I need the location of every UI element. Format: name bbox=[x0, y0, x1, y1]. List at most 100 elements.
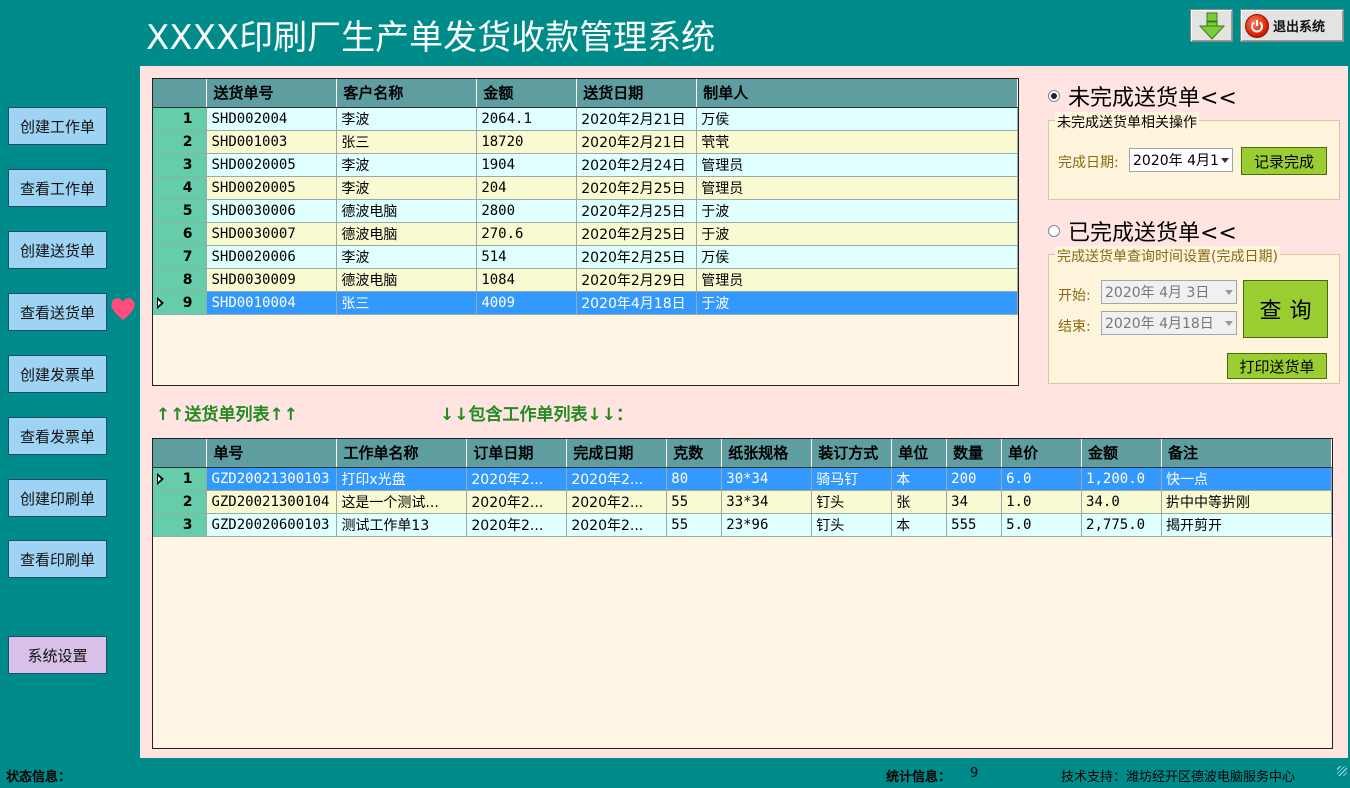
record-complete-button[interactable]: 记录完成 bbox=[1241, 147, 1327, 175]
cell-work-amount[interactable]: 2,775.0 bbox=[1081, 513, 1163, 537]
cell-unit[interactable]: 张 bbox=[891, 490, 948, 514]
col-customer[interactable]: 客户名称 bbox=[336, 79, 478, 108]
print-delivery-button[interactable]: 打印送货单 bbox=[1227, 353, 1327, 379]
cell-delivery-id[interactable]: SHD0020006 bbox=[206, 245, 338, 269]
cell-paper-size[interactable]: 23*96 bbox=[721, 513, 813, 537]
sidebar-item-view-work-order[interactable]: 查看工作单 bbox=[8, 169, 107, 207]
cell-weight[interactable]: 55 bbox=[666, 513, 723, 537]
cell-weight[interactable]: 55 bbox=[666, 490, 723, 514]
sidebar-item-create-invoice[interactable]: 创建发票单 bbox=[8, 355, 107, 393]
settings-button[interactable]: 系统设置 bbox=[8, 636, 107, 674]
cell-customer[interactable]: 张三 bbox=[336, 130, 478, 154]
pending-radio[interactable] bbox=[1048, 90, 1060, 102]
cell-binding[interactable]: 钉头 bbox=[811, 513, 893, 537]
cell-delivery-date[interactable]: 2020年4月18日 bbox=[576, 291, 698, 315]
finish-date-picker[interactable]: 2020年 4月1 bbox=[1129, 148, 1233, 172]
sidebar-item-view-invoice[interactable]: 查看发票单 bbox=[8, 417, 107, 455]
completed-radio[interactable] bbox=[1048, 225, 1060, 237]
cell-unit[interactable]: 本 bbox=[891, 513, 948, 537]
cell-binding[interactable]: 钉头 bbox=[811, 490, 893, 514]
cell-amount[interactable]: 270.6 bbox=[476, 222, 578, 246]
start-date-picker[interactable]: 2020年 4月 3日 bbox=[1101, 280, 1237, 304]
cell-delivery-id[interactable]: SHD0010004 bbox=[206, 291, 338, 315]
cell-work-amount[interactable]: 1,200.0 bbox=[1081, 467, 1163, 491]
cell-customer[interactable]: 德波电脑 bbox=[336, 199, 478, 223]
cell-delivery-date[interactable]: 2020年2月25日 bbox=[576, 176, 698, 200]
sidebar-item-create-delivery[interactable]: 创建送货单 bbox=[8, 231, 107, 269]
cell-maker[interactable]: 管理员 bbox=[696, 153, 1018, 177]
cell-unit[interactable]: 本 bbox=[891, 467, 948, 491]
cell-maker[interactable]: 管理员 bbox=[696, 176, 1018, 200]
cell-finish-date[interactable]: 2020年2... bbox=[566, 513, 668, 537]
cell-work-name[interactable]: 测试工作单13 bbox=[336, 513, 468, 537]
col-quantity[interactable]: 数量 bbox=[946, 439, 1003, 468]
cell-note[interactable]: 快一点 bbox=[1161, 467, 1332, 491]
row-number[interactable]: 1 bbox=[153, 107, 208, 131]
table-row[interactable]: 3 SHD0020005 李波 1904 2020年2月24日 管理员 bbox=[153, 153, 1018, 177]
end-date-picker[interactable]: 2020年 4月18日 bbox=[1101, 311, 1237, 335]
cell-binding[interactable]: 骑马钉 bbox=[811, 467, 893, 491]
cell-delivery-date[interactable]: 2020年2月25日 bbox=[576, 199, 698, 223]
cell-order-date[interactable]: 2020年2... bbox=[466, 467, 568, 491]
cell-customer[interactable]: 张三 bbox=[336, 291, 478, 315]
col-unit[interactable]: 单位 bbox=[891, 439, 948, 468]
cell-delivery-date[interactable]: 2020年2月25日 bbox=[576, 245, 698, 269]
col-paper-size[interactable]: 纸张规格 bbox=[721, 439, 813, 468]
cell-delivery-date[interactable]: 2020年2月29日 bbox=[576, 268, 698, 292]
col-binding[interactable]: 装订方式 bbox=[811, 439, 893, 468]
cell-delivery-id[interactable]: SHD0020005 bbox=[206, 153, 338, 177]
cell-amount[interactable]: 2064.1 bbox=[476, 107, 578, 131]
table-row[interactable]: 3 GZD20020600103 测试工作单13 2020年2... 2020年2...… bbox=[153, 513, 1332, 537]
cell-delivery-id[interactable]: SHD0030009 bbox=[206, 268, 338, 292]
cell-work-id[interactable]: GZD20021300103 bbox=[206, 467, 338, 491]
completed-radio-row[interactable]: 已完成送货单<< bbox=[1048, 215, 1237, 247]
cell-maker[interactable]: 于波 bbox=[696, 222, 1018, 246]
cell-amount[interactable]: 4009 bbox=[476, 291, 578, 315]
row-number[interactable]: 6 bbox=[153, 222, 208, 246]
cell-maker[interactable]: 万侯 bbox=[696, 107, 1018, 131]
cell-delivery-date[interactable]: 2020年2月21日 bbox=[576, 107, 698, 131]
col-work-id[interactable]: 单号 bbox=[206, 439, 338, 468]
row-number[interactable]: 7 bbox=[153, 245, 208, 269]
cell-customer[interactable]: 李波 bbox=[336, 153, 478, 177]
cell-work-amount[interactable]: 34.0 bbox=[1081, 490, 1163, 514]
cell-amount[interactable]: 204 bbox=[476, 176, 578, 200]
pending-radio-row[interactable]: 未完成送货单<< bbox=[1048, 80, 1237, 112]
cell-maker[interactable]: 万侯 bbox=[696, 245, 1018, 269]
table-row[interactable]: 8 SHD0030009 德波电脑 1084 2020年2月29日 管理员 bbox=[153, 268, 1018, 292]
cell-amount[interactable]: 18720 bbox=[476, 130, 578, 154]
cell-amount[interactable]: 1904 bbox=[476, 153, 578, 177]
sidebar-item-view-print-order[interactable]: 查看印刷单 bbox=[8, 540, 107, 578]
table-row[interactable]: 7 SHD0020006 李波 514 2020年2月25日 万侯 bbox=[153, 245, 1018, 269]
row-number[interactable]: 3 bbox=[153, 153, 208, 177]
cell-maker[interactable]: 于波 bbox=[696, 199, 1018, 223]
cell-note[interactable]: 揭开剪开 bbox=[1161, 513, 1332, 537]
cell-delivery-date[interactable]: 2020年2月25日 bbox=[576, 222, 698, 246]
col-delivery-date[interactable]: 送货日期 bbox=[576, 79, 698, 108]
cell-delivery-id[interactable]: SHD0020005 bbox=[206, 176, 338, 200]
col-amount[interactable]: 金额 bbox=[476, 79, 578, 108]
cell-note[interactable]: 扸中中等扸刚 bbox=[1161, 490, 1332, 514]
work-grid[interactable]: 单号 工作单名称 订单日期 完成日期 克数 纸张规格 装订方式 单位 数量 单价… bbox=[152, 438, 1333, 749]
col-unit-price[interactable]: 单价 bbox=[1001, 439, 1083, 468]
download-button[interactable] bbox=[1190, 9, 1233, 42]
cell-delivery-id[interactable]: SHD002004 bbox=[206, 107, 338, 131]
row-number[interactable]: 9 bbox=[153, 291, 208, 315]
col-finish-date[interactable]: 完成日期 bbox=[566, 439, 668, 468]
completed-radio-label[interactable]: 已完成送货单<< bbox=[1068, 215, 1237, 247]
table-row[interactable]: 5 SHD0030006 德波电脑 2800 2020年2月25日 于波 bbox=[153, 199, 1018, 223]
col-delivery-id[interactable]: 送货单号 bbox=[206, 79, 338, 108]
cell-customer[interactable]: 李波 bbox=[336, 107, 478, 131]
cell-customer[interactable]: 李波 bbox=[336, 176, 478, 200]
row-number[interactable]: 8 bbox=[153, 268, 208, 292]
cell-customer[interactable]: 德波电脑 bbox=[336, 268, 478, 292]
table-row[interactable]: 9 SHD0010004 张三 4009 2020年4月18日 于波 bbox=[153, 291, 1018, 315]
cell-order-date[interactable]: 2020年2... bbox=[466, 490, 568, 514]
table-row[interactable]: 1 SHD002004 李波 2064.1 2020年2月21日 万侯 bbox=[153, 107, 1018, 131]
cell-delivery-id[interactable]: SHD001003 bbox=[206, 130, 338, 154]
cell-amount[interactable]: 2800 bbox=[476, 199, 578, 223]
cell-quantity[interactable]: 555 bbox=[946, 513, 1003, 537]
cell-work-name[interactable]: 这是一个测试... bbox=[336, 490, 468, 514]
cell-work-id[interactable]: GZD20021300104 bbox=[206, 490, 338, 514]
cell-customer[interactable]: 德波电脑 bbox=[336, 222, 478, 246]
